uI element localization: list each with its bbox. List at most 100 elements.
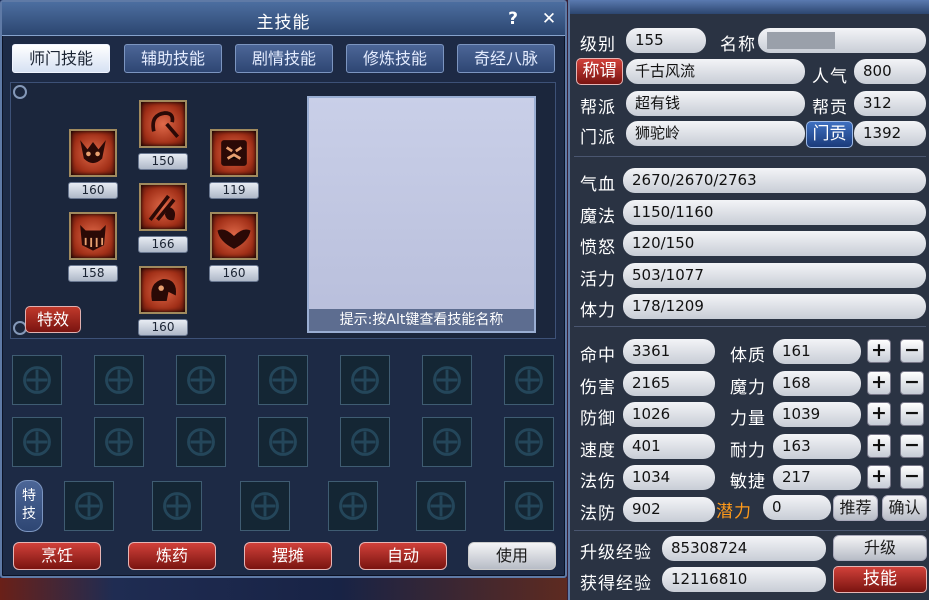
attribute-value: 163 (773, 433, 861, 459)
auto-button[interactable]: 自动 (359, 542, 447, 570)
fanged-mask-icon[interactable] (69, 212, 117, 260)
combat-stat-label: 防御 (580, 409, 616, 429)
cooking-button[interactable]: 烹饪 (13, 542, 101, 570)
increase-attribute-button[interactable]: + (867, 339, 891, 363)
effects-button[interactable]: 特效 (25, 306, 81, 333)
horned-demon-icon[interactable] (69, 129, 117, 177)
vital-label: 活力 (580, 269, 616, 290)
increase-attribute-button[interactable]: + (867, 370, 891, 395)
school-contrib-value: 1392 (854, 121, 926, 146)
skill-level: 160 (68, 182, 118, 199)
upgrade-exp-label: 升级经验 (580, 543, 652, 563)
vital-value: 178/1209 (623, 294, 926, 319)
name-value (758, 28, 926, 53)
alchemy-button[interactable]: 炼药 (128, 542, 216, 570)
skill-window-titlebar[interactable]: 主技能 ? ✕ (2, 2, 565, 36)
tab-assist-skills[interactable]: 辅助技能 (124, 44, 222, 73)
tab-story-skills[interactable]: 剧情技能 (235, 44, 333, 73)
tab-school-skills[interactable]: 师门技能 (12, 44, 110, 73)
decrease-attribute-button[interactable]: − (900, 339, 924, 363)
special-skill-slot[interactable] (64, 481, 114, 531)
combat-stat-value: 1034 (623, 465, 715, 490)
school-contrib-button[interactable]: 门贡 (806, 121, 853, 148)
vital-value: 503/1077 (623, 262, 926, 288)
skill-slot[interactable] (258, 355, 308, 405)
hook-weapon-icon[interactable] (139, 100, 187, 148)
divider (574, 156, 926, 157)
increase-attribute-button[interactable]: + (867, 465, 891, 489)
use-button[interactable]: 使用 (468, 542, 556, 570)
vital-value: 1150/1160 (623, 199, 926, 225)
special-skill-slot[interactable] (240, 481, 290, 531)
skill-slot[interactable] (504, 417, 554, 467)
attribute-label: 体质 (730, 346, 766, 366)
skill-slot[interactable] (504, 355, 554, 405)
special-skill-slot[interactable] (504, 481, 554, 531)
skill-slot[interactable] (258, 417, 308, 467)
vital-value: 2670/2670/2763 (623, 168, 926, 193)
decrease-attribute-button[interactable]: − (900, 370, 924, 395)
tab-cultivation-skills[interactable]: 修炼技能 (346, 44, 444, 73)
name-redacted (767, 32, 835, 49)
special-skill-slot[interactable] (416, 481, 466, 531)
popularity-value: 800 (854, 59, 926, 84)
attribute-value: 217 (773, 465, 861, 490)
status-titlebar[interactable] (570, 0, 929, 14)
combat-stat-value: 1026 (623, 402, 715, 427)
increase-attribute-button[interactable]: + (867, 433, 891, 458)
level-value: 155 (626, 28, 706, 53)
skill-slot[interactable] (94, 355, 144, 405)
skill-slot[interactable] (422, 355, 472, 405)
upgrade-button[interactable]: 升级 (833, 535, 927, 561)
skill-level: 150 (138, 153, 188, 170)
decrease-attribute-button[interactable]: − (900, 465, 924, 489)
attribute-label: 耐力 (730, 440, 766, 461)
recommend-button[interactable]: 推荐 (833, 495, 878, 521)
upgrade-exp-value: 85308724 (662, 536, 826, 561)
screaming-demon-icon[interactable] (139, 266, 187, 314)
gained-exp-value: 12116810 (662, 567, 826, 592)
popularity-label: 人气 (812, 67, 848, 87)
bat-wings-icon[interactable] (210, 212, 258, 260)
skill-slot[interactable] (12, 355, 62, 405)
decrease-attribute-button[interactable]: − (900, 433, 924, 458)
skill-slot[interactable] (94, 417, 144, 467)
special-skill-slot[interactable] (328, 481, 378, 531)
game-scene-strip (0, 578, 567, 600)
gained-exp-label: 获得经验 (580, 574, 652, 594)
close-button[interactable]: ✕ (538, 8, 560, 30)
increase-attribute-button[interactable]: + (867, 402, 891, 426)
guild-contrib-label: 帮贡 (812, 98, 848, 118)
decrease-attribute-button[interactable]: − (900, 402, 924, 426)
divider (574, 326, 926, 327)
roaring-beast-icon[interactable] (210, 129, 258, 177)
skill-slot[interactable] (176, 417, 226, 467)
skill-slot[interactable] (340, 355, 390, 405)
confirm-button[interactable]: 确认 (882, 495, 927, 521)
skill-level: 160 (138, 319, 188, 336)
skill-slot[interactable] (176, 355, 226, 405)
stall-button[interactable]: 摆摊 (244, 542, 332, 570)
vital-label: 愤怒 (580, 238, 616, 258)
help-button[interactable]: ? (502, 8, 524, 30)
special-skills-label: 特技 (15, 480, 43, 532)
corner-ornament-icon (13, 85, 27, 99)
school-label: 门派 (580, 128, 616, 148)
special-skill-slot[interactable] (152, 481, 202, 531)
skill-level: 158 (68, 265, 118, 282)
attribute-value: 1039 (773, 402, 861, 427)
skill-slot[interactable] (12, 417, 62, 467)
tab-meridian-skills[interactable]: 奇经八脉 (457, 44, 555, 73)
lion-claw-icon[interactable] (139, 183, 187, 231)
combat-stat-label: 法伤 (580, 472, 616, 492)
combat-stat-value: 401 (623, 433, 715, 459)
title-button[interactable]: 称谓 (576, 58, 623, 85)
skills-button[interactable]: 技能 (833, 566, 927, 593)
skill-slot[interactable] (422, 417, 472, 467)
guild-value: 超有钱 (626, 91, 805, 116)
skill-slot[interactable] (340, 417, 390, 467)
combat-stat-value: 3361 (623, 339, 715, 364)
skill-level: 119 (209, 182, 259, 199)
vital-value: 120/150 (623, 231, 926, 256)
school-value: 狮驼岭 (626, 121, 805, 146)
